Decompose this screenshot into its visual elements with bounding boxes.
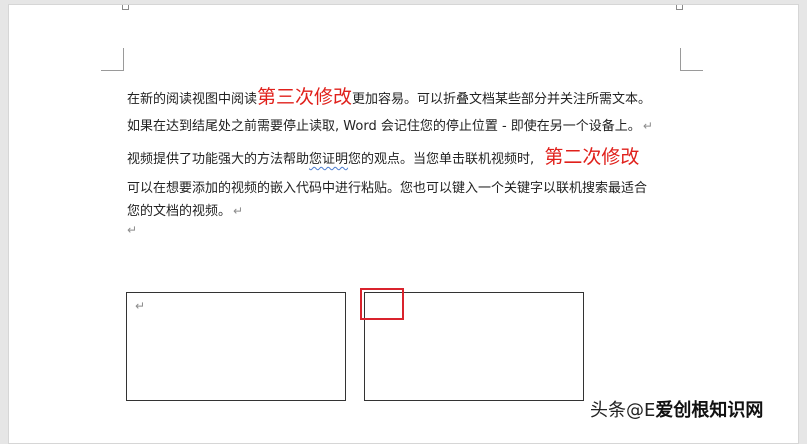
paragraph-mark-icon: ↵ xyxy=(135,299,146,313)
text-run: 您的观点。当您单击联机视频时, xyxy=(348,152,535,167)
revision-label-third: 第三次修改 xyxy=(257,86,353,108)
ruler-marker-right xyxy=(676,5,683,10)
text-run: 如果在达到结尾处之前需要停止读取, xyxy=(127,119,340,134)
paragraph-line-2[interactable]: 如果在达到结尾处之前需要停止读取, Word 会记住您的停止位置 - 即使在另一… xyxy=(127,117,653,136)
grammar-flagged-text[interactable]: 您证明 xyxy=(309,152,348,167)
text-run: 更加容易。可以折叠文档某些部分并关注所需文本。 xyxy=(352,92,652,107)
text-run: 会记住您的停止位置 - 即使在另一个设备上。 xyxy=(380,119,641,134)
revision-label-second: 第二次修改 xyxy=(544,146,640,168)
text-run: 视频提供了功能强大的方法帮助 xyxy=(127,152,310,167)
text-run-word: Word xyxy=(343,119,377,134)
annotation-highlight-box xyxy=(360,288,404,320)
text-box-left[interactable]: ↵ xyxy=(126,292,346,401)
empty-paragraph[interactable]: ↵ xyxy=(127,221,137,240)
margin-corner-top-left xyxy=(101,48,124,71)
paragraph-line-1[interactable]: 在新的阅读视图中阅读第三次修改更加容易。可以折叠文档某些部分并关注所需文本。 xyxy=(127,88,651,109)
text-run: 在新的阅读视图中阅读 xyxy=(127,92,258,107)
watermark: 头条@E爱创根知识网 xyxy=(590,396,763,422)
watermark-source: 头条 xyxy=(590,400,626,421)
paragraph-line-4[interactable]: 可以在想要添加的视频的嵌入代码中进行粘贴。您也可以键入一个关键字以联机搜索最适合 xyxy=(127,180,647,198)
paragraph-mark-icon: ↵ xyxy=(127,223,138,237)
text-run: 可以在想要添加的视频的嵌入代码中进行粘贴。您也可以键入一个关键字以联机搜索最适合 xyxy=(127,181,648,196)
watermark-site: 爱创根知识网 xyxy=(655,400,764,421)
margin-corner-top-right xyxy=(680,48,703,71)
text-run: 您的文档的视频。 xyxy=(127,204,232,219)
watermark-handle: @E xyxy=(626,400,656,421)
paragraph-line-3[interactable]: 视频提供了功能强大的方法帮助您证明您的观点。当您单击联机视频时, 第二次修改 xyxy=(127,148,639,169)
paragraph-line-5[interactable]: 您的文档的视频。 ↵ xyxy=(127,202,243,221)
paragraph-mark-icon: ↵ xyxy=(233,204,244,218)
paragraph-mark-icon: ↵ xyxy=(642,119,653,133)
ruler-marker-left xyxy=(122,5,129,10)
